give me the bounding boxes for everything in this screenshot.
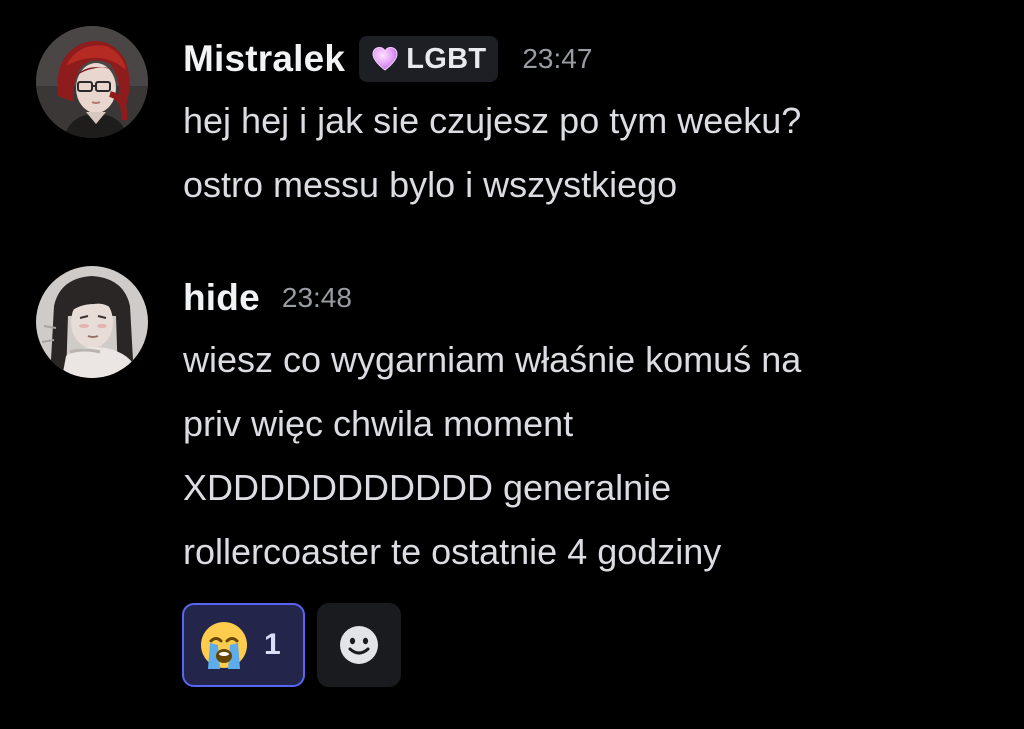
reactions-bar: 1 [182,603,401,687]
guild-tag-label: LGBT [406,42,487,75]
reaction-count: 1 [264,628,281,661]
reaction-crying-button[interactable]: 1 [182,603,305,687]
message-line: priv więc chwila moment [183,403,574,444]
add-reaction-smiley-icon [340,626,378,664]
timestamp: 23:48 [281,282,352,313]
message-line: rollercoaster te ostatnie 4 godziny [183,531,722,572]
avatar-red-hair-glasses-icon [36,26,148,138]
avatar[interactable] [36,266,148,378]
pink-heart-icon [372,46,398,71]
loudly-crying-face-icon [201,622,247,669]
message-line: wiesz co wygarniam właśnie komuś na [183,339,802,380]
guild-tag-badge[interactable]: LGBT [359,36,499,82]
message-header: Mistralek LGBT 23:47 [183,36,592,82]
avatar-long-dark-hair-icon [36,266,148,378]
timestamp: 23:47 [522,43,593,74]
message-line: XDDDDDDDDDDD generalnie [183,467,672,508]
message-header: hide 23:48 [183,277,352,319]
message-line: hej hej i jak sie czujesz po tym weeku? [183,100,802,141]
username[interactable]: hide [183,277,260,319]
avatar[interactable] [36,26,148,138]
username[interactable]: Mistralek [183,38,345,80]
message-line: ostro messu bylo i wszystkiego [183,164,678,205]
add-reaction-button[interactable] [317,603,401,687]
